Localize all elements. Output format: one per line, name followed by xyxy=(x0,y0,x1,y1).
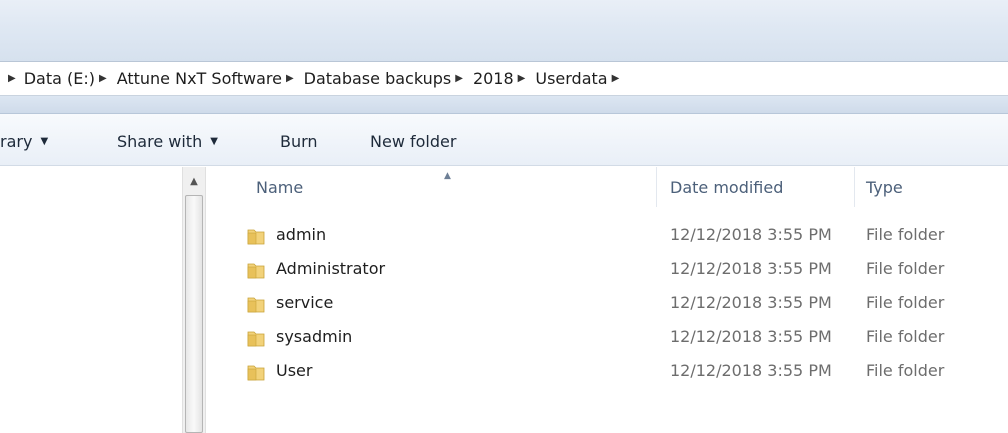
navigation-scrollbar[interactable]: ▲ xyxy=(182,167,206,433)
breadcrumb-item[interactable]: 2018 xyxy=(473,69,514,88)
column-header-type-label: Type xyxy=(866,177,903,197)
file-type: File folder xyxy=(866,259,945,278)
new-folder-label: New folder xyxy=(370,131,457,151)
file-name: Administrator xyxy=(276,259,386,278)
file-name: User xyxy=(276,361,313,380)
breadcrumb-item[interactable]: Data (E:) xyxy=(24,69,95,88)
file-row[interactable]: User 12/12/2018 3:55 PM File folder xyxy=(206,355,1008,389)
chevron-down-icon: ▼ xyxy=(40,135,49,147)
column-divider[interactable] xyxy=(854,167,855,207)
window-titlebar xyxy=(0,0,1008,62)
breadcrumb-item[interactable]: Userdata xyxy=(535,69,607,88)
navigation-pane[interactable] xyxy=(0,167,182,433)
file-list: ▲ Name Date modified Type admin 12/12/20… xyxy=(206,167,1008,433)
folder-icon xyxy=(247,229,265,245)
file-date: 12/12/2018 3:55 PM xyxy=(670,361,832,380)
file-type: File folder xyxy=(866,361,945,380)
scroll-thumb[interactable] xyxy=(185,195,203,433)
file-row[interactable]: Administrator 12/12/2018 3:55 PM File fo… xyxy=(206,253,1008,287)
file-type: File folder xyxy=(866,293,945,312)
burn-label: Burn xyxy=(280,131,318,151)
folder-icon xyxy=(247,297,265,313)
folder-icon xyxy=(247,263,265,279)
column-header-name[interactable]: Name xyxy=(256,167,656,207)
command-toolbar: rary ▼ Share with ▼ Burn New folder xyxy=(0,114,1008,166)
folder-icon xyxy=(247,365,265,381)
new-folder-button[interactable]: New folder xyxy=(370,130,456,152)
burn-button[interactable]: Burn xyxy=(280,130,318,152)
file-name: service xyxy=(276,293,334,312)
column-header-date-label: Date modified xyxy=(670,177,784,197)
address-bar-divider xyxy=(0,96,1008,114)
chevron-right-icon[interactable]: ▶ xyxy=(99,73,107,84)
column-header-type[interactable]: Type xyxy=(866,167,1006,207)
file-row[interactable]: admin 12/12/2018 3:55 PM File folder xyxy=(206,219,1008,253)
chevron-right-icon[interactable]: ▶ xyxy=(455,73,463,84)
file-date: 12/12/2018 3:55 PM xyxy=(670,225,832,244)
file-type: File folder xyxy=(866,225,945,244)
file-date: 12/12/2018 3:55 PM xyxy=(670,327,832,346)
chevron-right-icon[interactable]: ▶ xyxy=(612,73,620,84)
chevron-right-icon[interactable]: ▶ xyxy=(518,73,526,84)
column-header-date[interactable]: Date modified xyxy=(670,167,850,207)
folder-icon xyxy=(247,331,265,347)
address-bar[interactable]: ▶ Data (E:) ▶ Attune NxT Software ▶ Data… xyxy=(0,62,1008,96)
file-name: admin xyxy=(276,225,327,244)
include-in-library-button[interactable]: rary ▼ xyxy=(0,130,48,152)
breadcrumb-item[interactable]: Attune NxT Software xyxy=(117,69,282,88)
include-in-library-label: rary xyxy=(0,131,33,151)
column-divider[interactable] xyxy=(656,167,657,207)
file-row[interactable]: service 12/12/2018 3:55 PM File folder xyxy=(206,287,1008,321)
chevron-right-icon[interactable]: ▶ xyxy=(8,73,16,84)
file-type: File folder xyxy=(866,327,945,346)
share-with-label: Share with xyxy=(117,131,203,151)
file-date: 12/12/2018 3:55 PM xyxy=(670,293,832,312)
column-header-name-label: Name xyxy=(256,177,304,197)
chevron-down-icon: ▼ xyxy=(210,135,218,147)
scroll-up-icon[interactable]: ▲ xyxy=(183,171,205,191)
breadcrumb-item[interactable]: Database backups xyxy=(304,69,452,88)
file-name: sysadmin xyxy=(276,327,353,346)
file-date: 12/12/2018 3:55 PM xyxy=(670,259,832,278)
share-with-button[interactable]: Share with ▼ xyxy=(117,130,218,152)
file-row[interactable]: sysadmin 12/12/2018 3:55 PM File folder xyxy=(206,321,1008,355)
chevron-right-icon[interactable]: ▶ xyxy=(286,73,294,84)
